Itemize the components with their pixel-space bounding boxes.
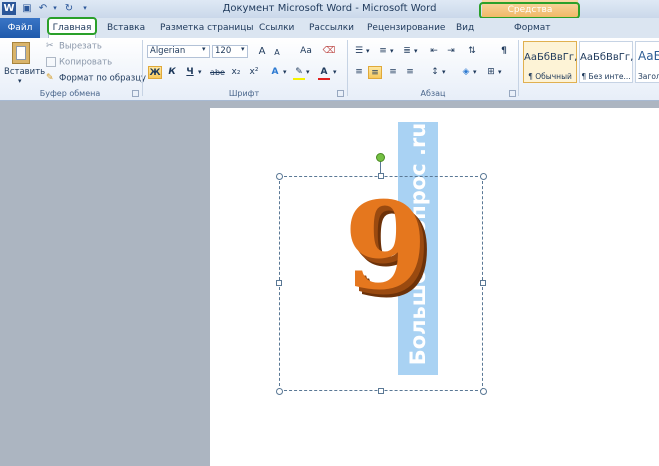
superscript-button[interactable]: x² (247, 66, 261, 79)
bullets-dropdown-icon[interactable]: ▾ (366, 47, 370, 55)
style-name: ¶ Без инте... (581, 72, 631, 81)
clipboard-group-label: Буфер обмена (39, 89, 101, 98)
group-divider (347, 40, 348, 96)
align-right-icon[interactable]: ≡ (386, 66, 400, 79)
shading-dropdown-icon[interactable]: ▾ (473, 68, 477, 76)
tab-format[interactable]: Формат (514, 21, 551, 35)
style-no-spacing[interactable]: АаБбВвГг, ¶ Без инте... (579, 41, 633, 83)
group-divider (518, 40, 519, 96)
scissors-icon: ✂ (46, 41, 54, 51)
resize-handle-top-right[interactable] (480, 173, 487, 180)
numbering-icon[interactable]: ≡ (376, 45, 390, 58)
resize-handle-right[interactable] (480, 280, 486, 286)
borders-dropdown-icon[interactable]: ▾ (498, 68, 502, 76)
tab-mailings[interactable]: Рассылки (309, 21, 354, 35)
font-launcher-icon[interactable] (337, 90, 344, 97)
wordart-digit[interactable]: 9 (344, 182, 434, 312)
tab-insert[interactable]: Вставка (107, 21, 145, 35)
align-left-icon[interactable]: ≡ (352, 66, 366, 79)
resize-handle-top-left[interactable] (276, 173, 283, 180)
bold-button[interactable]: Ж (148, 66, 162, 79)
strikethrough-button[interactable]: abe (209, 66, 226, 79)
paragraph-group-label: Абзац (420, 89, 446, 98)
text-effects-icon[interactable]: A (268, 66, 282, 79)
resize-handle-bottom[interactable] (378, 388, 384, 394)
underline-button[interactable]: Ч (183, 66, 197, 79)
paste-icon[interactable] (12, 42, 30, 64)
italic-button[interactable]: К (165, 66, 179, 79)
tab-review[interactable]: Рецензирование (367, 21, 445, 35)
font-color-bar (318, 78, 330, 80)
style-name: Загол (638, 72, 659, 81)
justify-icon[interactable]: ≡ (403, 66, 417, 79)
paragraph-launcher-icon[interactable] (509, 90, 516, 97)
line-spacing-dropdown-icon[interactable]: ▾ (442, 68, 446, 76)
shading-icon[interactable]: ◈ (459, 66, 473, 79)
copy-icon (46, 57, 56, 67)
font-family-combo[interactable]: Algerian (147, 45, 210, 58)
grow-font-button[interactable]: A (255, 45, 269, 58)
group-divider (142, 40, 143, 96)
numbering-dropdown-icon[interactable]: ▾ (390, 47, 394, 55)
rotation-handle[interactable] (376, 153, 385, 162)
highlight-color-bar (293, 78, 305, 80)
brush-icon: ✎ (46, 73, 54, 83)
context-header-highlight (479, 2, 580, 19)
style-heading[interactable]: АаБ Загол (635, 41, 659, 83)
sort-icon[interactable]: ⇅ (465, 45, 479, 58)
style-sample: АаБбВвГг, (524, 52, 578, 63)
shrink-font-button[interactable]: A (270, 46, 284, 59)
multilevel-list-icon[interactable]: ≣ (400, 45, 414, 58)
align-center-icon[interactable]: ≡ (368, 66, 382, 79)
font-size-dropdown-icon[interactable]: ▾ (241, 45, 245, 53)
font-color-dropdown-icon[interactable]: ▾ (333, 68, 337, 76)
multilevel-dropdown-icon[interactable]: ▾ (414, 47, 418, 55)
copy-button[interactable]: Копировать (46, 57, 112, 68)
subscript-button[interactable]: x₂ (229, 66, 243, 79)
increase-indent-icon[interactable]: ⇥ (444, 45, 458, 58)
change-case-button[interactable]: Aa (297, 45, 315, 58)
paste-button[interactable]: Вставить (4, 67, 45, 77)
style-sample: АаБбВвГг, (580, 52, 634, 63)
style-normal[interactable]: АаБбВвГг, ¶ Обычный (523, 41, 577, 83)
resize-handle-top[interactable] (378, 173, 384, 179)
paste-dropdown-icon[interactable]: ▾ (18, 77, 22, 85)
font-family-dropdown-icon[interactable]: ▾ (202, 45, 206, 53)
tab-page-layout[interactable]: Разметка страницы (160, 21, 254, 35)
resize-handle-bottom-right[interactable] (480, 388, 487, 395)
borders-icon[interactable]: ⊞ (484, 66, 498, 79)
resize-handle-bottom-left[interactable] (276, 388, 283, 395)
tab-view[interactable]: Вид (456, 21, 474, 35)
tab-file[interactable]: Файл (0, 18, 40, 38)
show-marks-icon[interactable]: ¶ (497, 45, 511, 58)
text-effects-dropdown-icon[interactable]: ▾ (283, 68, 287, 76)
underline-dropdown-icon[interactable]: ▾ (198, 68, 202, 76)
line-spacing-icon[interactable]: ↕ (428, 66, 442, 79)
tab-references[interactable]: Ссылки (259, 21, 294, 35)
resize-handle-left[interactable] (276, 280, 282, 286)
bullets-icon[interactable]: ☰ (352, 45, 366, 58)
style-name: ¶ Обычный (528, 72, 572, 81)
highlight-dropdown-icon[interactable]: ▾ (306, 68, 310, 76)
cut-button[interactable]: ✂ Вырезать (46, 41, 102, 52)
font-group-label: Шрифт (228, 89, 260, 98)
home-tab-highlight (47, 17, 97, 35)
decrease-indent-icon[interactable]: ⇤ (427, 45, 441, 58)
clear-formatting-icon[interactable]: ⌫ (322, 45, 336, 58)
clipboard-launcher-icon[interactable] (132, 90, 139, 97)
format-painter-button[interactable]: ✎ Формат по образцу (46, 73, 146, 84)
style-sample: АаБ (638, 49, 659, 63)
